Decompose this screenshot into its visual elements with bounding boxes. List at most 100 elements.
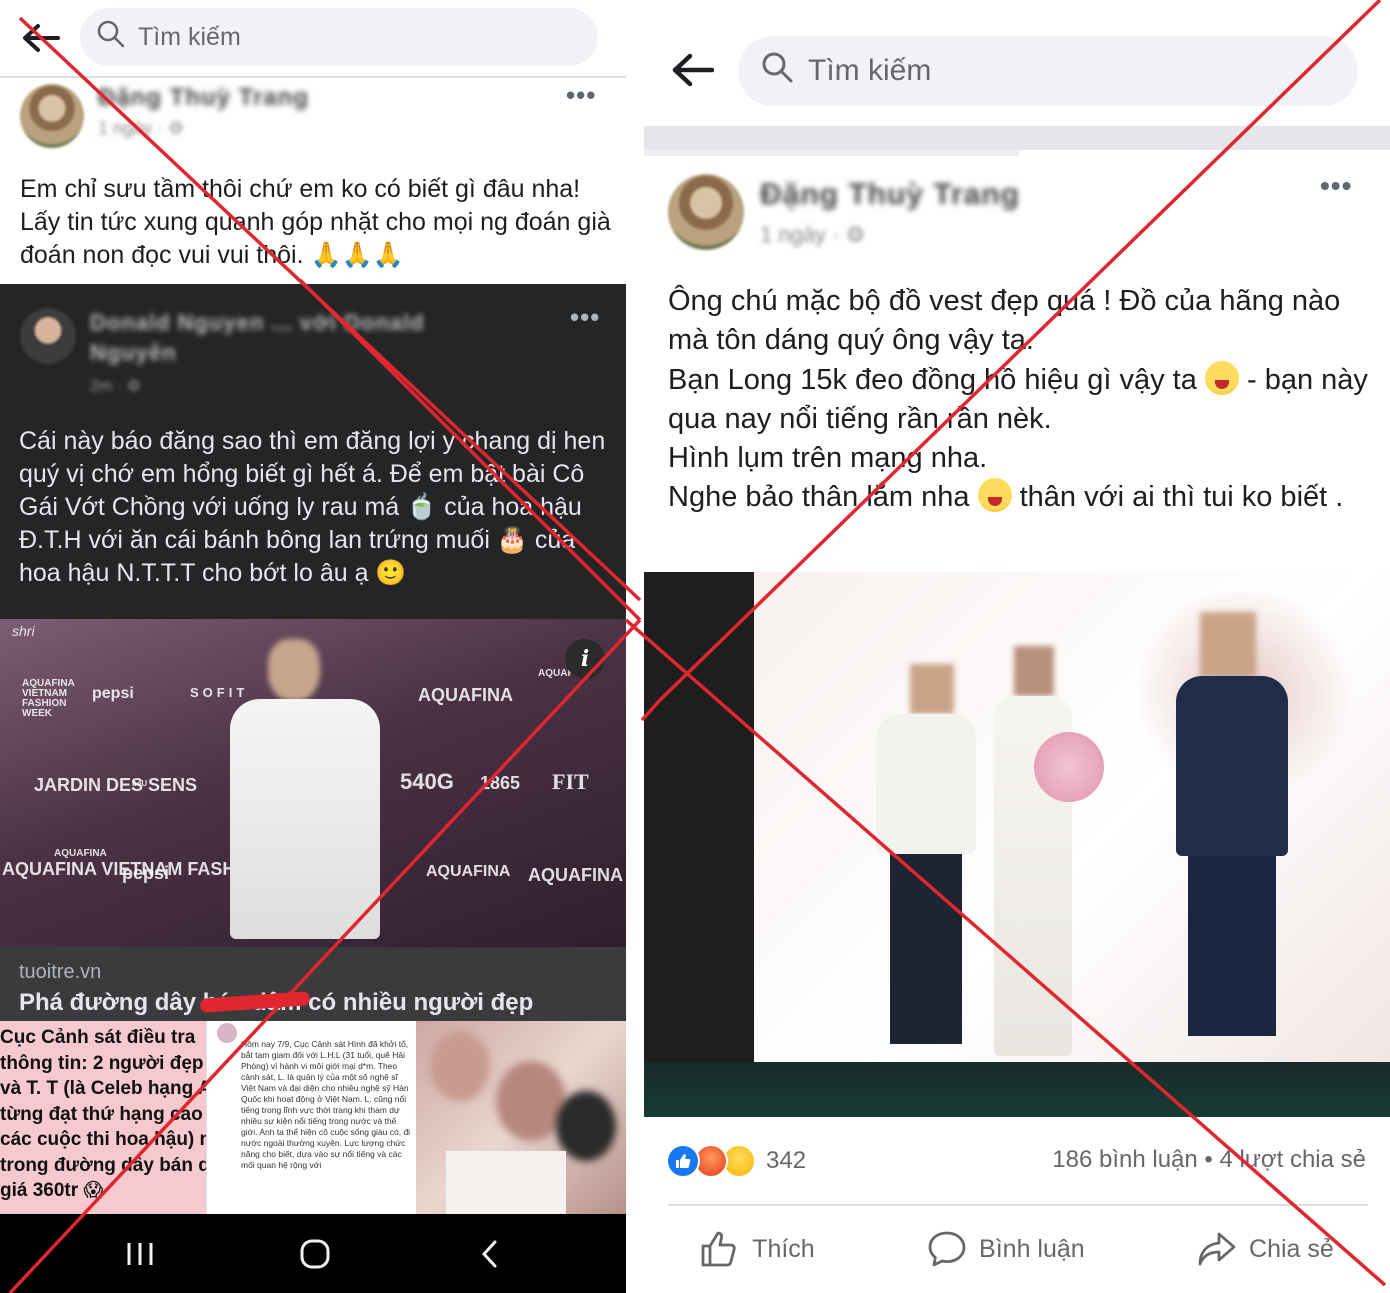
brand-logo: AQUAFINA VIETNAM FASHION WEEK	[22, 678, 75, 719]
back-arrow-icon[interactable]	[18, 18, 62, 58]
collage-photo-panel	[416, 1021, 626, 1214]
shared-post: Donald Nguyen ... với Donald Nguyên 2m ·…	[0, 284, 626, 1214]
more-options-icon[interactable]: •••	[570, 302, 600, 333]
post-meta: 1 ngày · ⚙	[98, 118, 185, 138]
event-stage-photo[interactable]	[644, 572, 1390, 1117]
brand-logo: beU	[132, 779, 148, 788]
avatar[interactable]	[668, 174, 744, 250]
post-text-fragment: thân với ai thì tui ko biết .	[1011, 481, 1344, 514]
thumbs-up-icon	[701, 1231, 736, 1267]
search-icon	[96, 19, 126, 56]
left-post: Đặng Thuỳ Trang 1 ngày · ⚙ ••• Em chỉ sư…	[0, 80, 626, 284]
link-preview[interactable]: tuoitre.vn Phá đường dây bán dâm có nhiề…	[0, 947, 626, 1021]
news-collage[interactable]: Cục Cảnh sát điều tra thông tin: 2 người…	[0, 1021, 626, 1214]
left-top-bar: Tìm kiếm	[0, 0, 626, 78]
section-separator	[644, 150, 1019, 156]
avatar[interactable]	[20, 308, 76, 364]
brand-logo: shri	[12, 623, 35, 639]
post-text: Em chỉ sưu tầm thôi chứ em ko có biết gì…	[20, 175, 611, 269]
recent-apps-icon[interactable]	[100, 1214, 180, 1293]
search-input[interactable]: Tìm kiếm	[80, 8, 598, 66]
brand-logo: 1865	[480, 773, 521, 793]
collage-article-panel: Hôm nay 7/9, Cục Cảnh sát Hình đã khởi t…	[206, 1021, 416, 1214]
brand-logo: pepsi	[122, 863, 170, 883]
flower-bouquet	[1034, 732, 1104, 802]
search-icon	[760, 50, 794, 92]
section-separator	[644, 126, 1390, 150]
share-icon	[1198, 1232, 1236, 1266]
more-options-icon[interactable]: •••	[1320, 170, 1352, 202]
blurred-face	[268, 639, 320, 701]
brand-logo: AQUAFINA	[54, 848, 107, 859]
more-options-icon[interactable]: •••	[566, 80, 596, 111]
like-label: Thích	[752, 1234, 815, 1263]
author-name[interactable]: Donald Nguyen ... với Donald Nguyên	[90, 308, 490, 368]
avatar[interactable]	[20, 84, 84, 148]
author-name[interactable]: Đặng Thuỳ Trang	[98, 84, 309, 112]
right-top-bar: Tìm kiếm	[644, 0, 1390, 126]
post-text-line: Ông chú mặc bộ đồ vest đẹp quá ! Đồ của …	[668, 285, 1341, 357]
white-top	[446, 1151, 566, 1214]
share-button[interactable]: Chia sẻ	[1197, 1230, 1334, 1268]
post-text-line: Nghe bảo thân lắm nha thân với ai thì tu…	[668, 478, 1368, 517]
avatar	[217, 1023, 237, 1043]
person-navy-suit	[1176, 676, 1288, 856]
post-text: Ông chú mặc bộ đồ vest đẹp quá ! Đồ của …	[668, 282, 1368, 518]
search-placeholder: Tìm kiếm	[138, 22, 241, 51]
projection-screen	[754, 572, 1390, 1062]
post-meta: 1 ngày · ⚙	[760, 222, 866, 247]
divider-line	[668, 1204, 1368, 1206]
share-label: Chia sẻ	[1249, 1234, 1334, 1263]
post-text-line: Hình lụm trên mạng nha.	[668, 442, 988, 475]
person-trousers	[1188, 856, 1276, 1036]
right-screenshot: Tìm kiếm Đặng Thuỳ Trang 1 ngày · ⚙ ••• …	[644, 0, 1390, 1293]
blurred-face	[1200, 612, 1256, 678]
post-text: Cái này báo đăng sao thì em đăng lợi y c…	[19, 427, 606, 587]
stage-floor	[644, 1062, 1390, 1117]
brand-logo: AQUAFINA	[418, 685, 513, 705]
brand-logo: 540G	[400, 769, 454, 794]
blurred-face	[1014, 646, 1054, 696]
brand-logo: AQUAFINA	[426, 863, 511, 880]
search-placeholder: Tìm kiếm	[808, 54, 932, 87]
author-name[interactable]: Đặng Thuỳ Trang	[760, 178, 1020, 212]
post-text-fragment: Bạn Long 15k đeo đồng hồ hiệu gì vậy ta	[668, 363, 1197, 396]
search-input[interactable]: Tìm kiếm	[738, 36, 1358, 106]
engagement-stats[interactable]: 186 bình luận • 4 lượt chia sẻ	[1052, 1146, 1366, 1174]
reaction-count: 342	[766, 1147, 807, 1174]
link-domain: tuoitre.vn	[19, 961, 102, 983]
comment-label: Bình luận	[979, 1234, 1085, 1263]
brand-logo: SOFIT	[190, 685, 249, 700]
like-reaction-icon	[666, 1144, 700, 1178]
person-trousers	[890, 854, 962, 1044]
collage-article-text: Hôm nay 7/9, Cục Cảnh sát Hình đã khởi t…	[241, 1039, 411, 1170]
post-text-fragment: Nghe bảo thân lắm nha	[668, 481, 970, 514]
person-white-shirt	[876, 714, 976, 854]
info-icon[interactable]: i	[565, 639, 605, 679]
reactions-summary[interactable]: 342	[666, 1144, 806, 1178]
back-nav-icon[interactable]	[450, 1214, 530, 1293]
comment-button[interactable]: Bình luận	[927, 1230, 1085, 1268]
event-photo[interactable]: shri AQUAFINA VIETNAM FASHION WEEK pepsi…	[0, 619, 626, 947]
blurred-face	[910, 664, 954, 714]
post-meta: 2m · ⚙	[90, 378, 141, 395]
person-white-suit	[230, 699, 380, 939]
brand-logo: FIT	[552, 769, 589, 794]
winking-tongue-emoji-icon	[977, 478, 1012, 513]
post-actions: Thích Bình luận Chia sẻ	[644, 1210, 1390, 1288]
brand-logo: pepsi	[92, 685, 134, 702]
post-text-line: Bạn Long 15k đeo đồng hồ hiệu gì vậy ta …	[668, 360, 1368, 440]
comment-icon	[928, 1231, 966, 1267]
screenshot-comparison: Tìm kiếm Đặng Thuỳ Trang 1 ngày · ⚙ ••• …	[0, 0, 1390, 1293]
android-nav-bar	[0, 1214, 626, 1293]
winking-tongue-emoji-icon	[1204, 360, 1239, 395]
brand-logo: AQUAFINA	[528, 865, 623, 885]
panel-divider	[626, 0, 644, 1293]
collage-headline: Cục Cảnh sát điều tra thông tin: 2 người…	[0, 1027, 206, 1201]
like-button[interactable]: Thích	[700, 1230, 815, 1268]
blurred-face	[430, 1031, 490, 1101]
home-icon[interactable]	[275, 1214, 355, 1293]
left-screenshot: Tìm kiếm Đặng Thuỳ Trang 1 ngày · ⚙ ••• …	[0, 0, 626, 1293]
collage-pink-panel: Cục Cảnh sát điều tra thông tin: 2 người…	[0, 1021, 206, 1214]
back-arrow-icon[interactable]	[668, 48, 716, 92]
